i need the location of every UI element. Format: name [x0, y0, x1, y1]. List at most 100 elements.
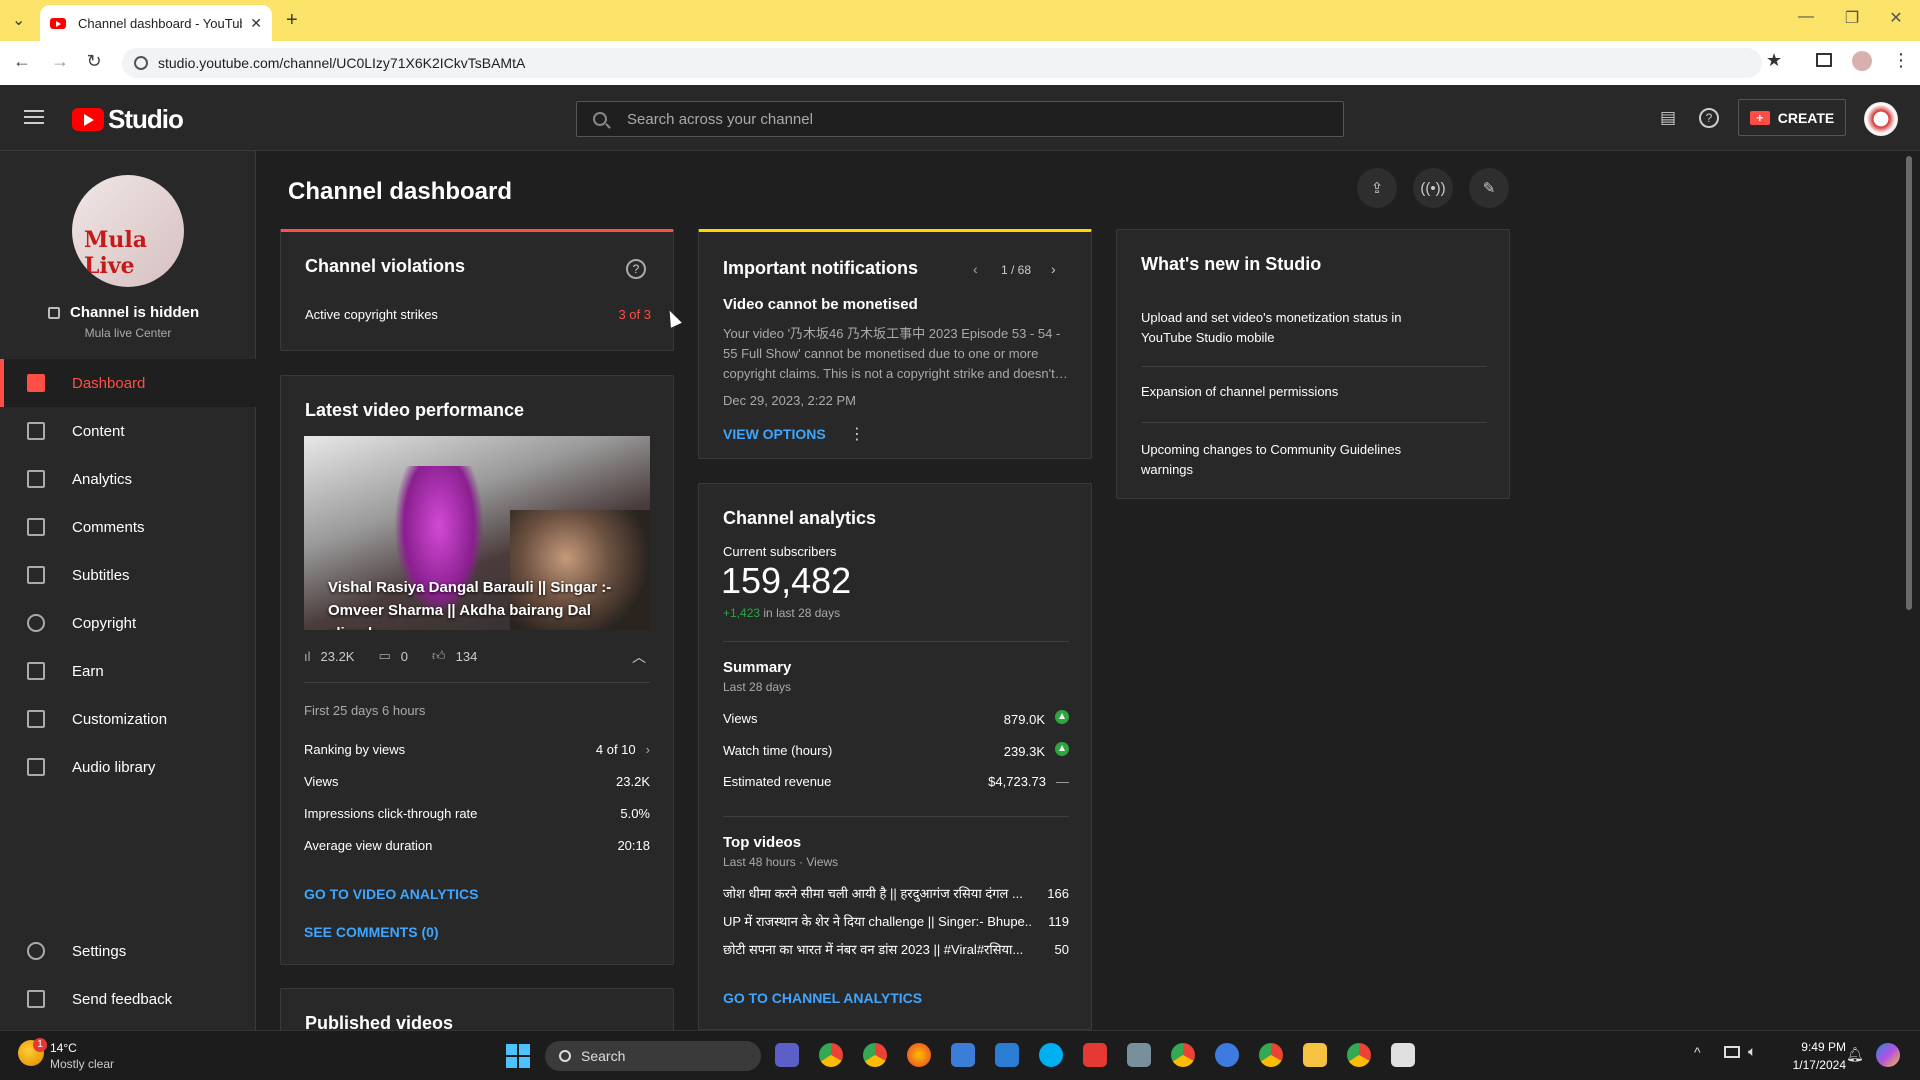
minimize-icon[interactable]: — [1786, 8, 1826, 26]
chrome-profile-icon[interactable] [863, 1043, 887, 1067]
page-scrollbar[interactable] [1906, 156, 1912, 610]
studio-logo[interactable]: Studio [72, 104, 184, 135]
upload-icon[interactable]: ⇪ [1357, 168, 1397, 208]
channel-search-input[interactable]: Search across your channel [576, 101, 1344, 137]
help-icon[interactable]: ? [1699, 108, 1719, 128]
windows-start-icon[interactable] [506, 1044, 530, 1068]
copilot-icon[interactable] [1876, 1043, 1900, 1067]
top-video-row[interactable]: UP में राजस्थान के शेर ने दिया challenge… [723, 912, 1069, 930]
content-icon [27, 422, 45, 440]
sidebar-item-copyright[interactable]: Copyright [0, 599, 256, 647]
trend-flat-icon: — [1056, 774, 1069, 789]
sidebar-item-dashboard[interactable]: Dashboard [0, 359, 256, 407]
restore-icon[interactable]: ❐ [1832, 8, 1872, 28]
sidebar-item-customization[interactable]: Customization [0, 695, 256, 743]
sidebar-item-settings[interactable]: Settings [0, 927, 256, 975]
video-period: First 25 days 6 hours [304, 703, 426, 718]
sidebar-item-send-feedback[interactable]: Send feedback [0, 975, 256, 1023]
subscribers-label: Current subscribers [723, 544, 837, 559]
skype-icon[interactable] [1039, 1043, 1063, 1067]
app-icon[interactable] [1127, 1043, 1151, 1067]
top-video-row[interactable]: जोश धीमा करने सीमा चली आयी है || हरदुआगं… [723, 884, 1069, 902]
go-live-icon[interactable]: ((•)) [1413, 168, 1453, 208]
file-explorer-icon[interactable] [1303, 1043, 1327, 1067]
app-icon[interactable] [1215, 1043, 1239, 1067]
snipping-tool-icon[interactable] [1391, 1043, 1415, 1067]
forward-arrow-icon[interactable]: → [48, 51, 72, 72]
tab-title: Channel dashboard - YouTube [78, 15, 243, 31]
tray-chevron-icon[interactable]: ^ [1694, 1044, 1701, 1060]
create-post-icon[interactable]: ✎ [1469, 168, 1509, 208]
view-options-link[interactable]: VIEW OPTIONS [723, 426, 826, 442]
chrome-profile-icon[interactable] [1347, 1043, 1371, 1067]
analytics-icon [27, 470, 45, 488]
card-title: What's new in Studio [1141, 254, 1322, 274]
prev-chevron-icon[interactable]: ‹ [973, 261, 978, 277]
magic-wand-icon [27, 710, 45, 728]
summary-row: Views 879.0K [723, 710, 1069, 727]
sidebar-item-audio-library[interactable]: Audio library [0, 743, 256, 791]
app-icon[interactable] [951, 1043, 975, 1067]
close-tab-icon[interactable]: ✕ [250, 15, 262, 32]
back-arrow-icon[interactable]: ← [10, 51, 34, 72]
anydesk-icon[interactable] [1083, 1043, 1107, 1067]
weather-desc[interactable]: Mostly clear [50, 1057, 114, 1071]
tab-list-chevron-icon[interactable]: ⌄ [12, 10, 25, 30]
chrome-profile-icon[interactable] [1259, 1043, 1283, 1067]
volume-icon[interactable]: 🔈︎ [1748, 1043, 1756, 1060]
sidebar-item-subtitles[interactable]: Subtitles [0, 551, 256, 599]
url-field[interactable]: studio.youtube.com/channel/UC0LIzy71X6K2… [122, 48, 1762, 78]
help-icon[interactable]: ? [626, 259, 646, 279]
summary-value: 879.0K [1003, 712, 1045, 727]
search-icon [559, 1050, 571, 1062]
strikes-value[interactable]: 3 of 3 [618, 307, 651, 322]
sidebar-item-comments[interactable]: Comments [0, 503, 256, 551]
browser-menu-icon[interactable]: ⋮ [1892, 50, 1910, 71]
taskbar-search[interactable]: Search [545, 1041, 761, 1071]
bookmark-star-icon[interactable]: ★ [1766, 50, 1782, 71]
trend-up-icon [1055, 742, 1069, 756]
teams-icon[interactable] [775, 1043, 799, 1067]
whats-new-item[interactable]: Expansion of channel permissions [1141, 384, 1338, 399]
sidebar-item-analytics[interactable]: Analytics [0, 455, 256, 503]
whats-new-item[interactable]: Upload and set video's monetization stat… [1141, 308, 1441, 348]
word-icon[interactable] [995, 1043, 1019, 1067]
sidebar-item-content[interactable]: Content [0, 407, 256, 455]
sidebar-item-label: Content [72, 422, 125, 440]
video-thumbnail[interactable]: Vishal Rasiya Dangal Barauli || Singar :… [304, 436, 650, 630]
messages-icon[interactable]: ▤ [1660, 108, 1676, 128]
hamburger-menu-icon[interactable] [24, 110, 44, 124]
more-options-icon[interactable]: ⋮ [849, 424, 865, 444]
firefox-icon[interactable] [907, 1043, 931, 1067]
next-chevron-icon[interactable]: › [1051, 261, 1056, 277]
top-video-row[interactable]: छोटी सपना का भारत में नंबर वन डांस 2023 … [723, 940, 1069, 958]
site-info-icon[interactable] [134, 56, 148, 70]
side-panel-icon[interactable] [1816, 53, 1832, 67]
new-tab-icon[interactable]: + [286, 9, 298, 32]
collapse-chevron-icon[interactable]: ︿ [632, 647, 646, 667]
see-comments-link[interactable]: SEE COMMENTS (0) [304, 924, 439, 940]
ranking-row[interactable]: Ranking by views 4 of 10 › [304, 742, 650, 757]
sidebar-item-earn[interactable]: Earn [0, 647, 256, 695]
chrome-icon[interactable] [819, 1043, 843, 1067]
chrome-profile-icon[interactable] [1171, 1043, 1195, 1067]
browser-tab[interactable]: Channel dashboard - YouTube ✕ [40, 5, 272, 41]
studio-logo-text: Studio [108, 104, 184, 134]
notification-bell-icon[interactable]: 🔔︎ [1846, 1046, 1864, 1063]
youtube-play-icon [72, 108, 104, 131]
go-to-channel-analytics-link[interactable]: GO TO CHANNEL ANALYTICS [723, 990, 922, 1006]
go-to-video-analytics-link[interactable]: GO TO VIDEO ANALYTICS [304, 886, 479, 902]
profile-avatar-icon[interactable] [1852, 51, 1872, 71]
whats-new-item[interactable]: Upcoming changes to Community Guidelines… [1141, 440, 1441, 480]
taskbar-time[interactable]: 9:49 PM [1776, 1040, 1846, 1054]
close-window-icon[interactable]: ✕ [1876, 8, 1916, 28]
weather-temp[interactable]: 14°C [50, 1041, 77, 1055]
channel-avatar[interactable]: Mula Live [72, 175, 184, 287]
taskbar-date[interactable]: 1/17/2024 [1776, 1058, 1846, 1072]
network-icon[interactable] [1724, 1046, 1740, 1058]
create-button[interactable]: + CREATE [1738, 99, 1846, 136]
account-avatar[interactable] [1864, 102, 1898, 136]
metric-value: 23.2K [616, 774, 650, 789]
reload-icon[interactable]: ↻ [82, 51, 106, 72]
create-video-icon: + [1749, 110, 1770, 125]
